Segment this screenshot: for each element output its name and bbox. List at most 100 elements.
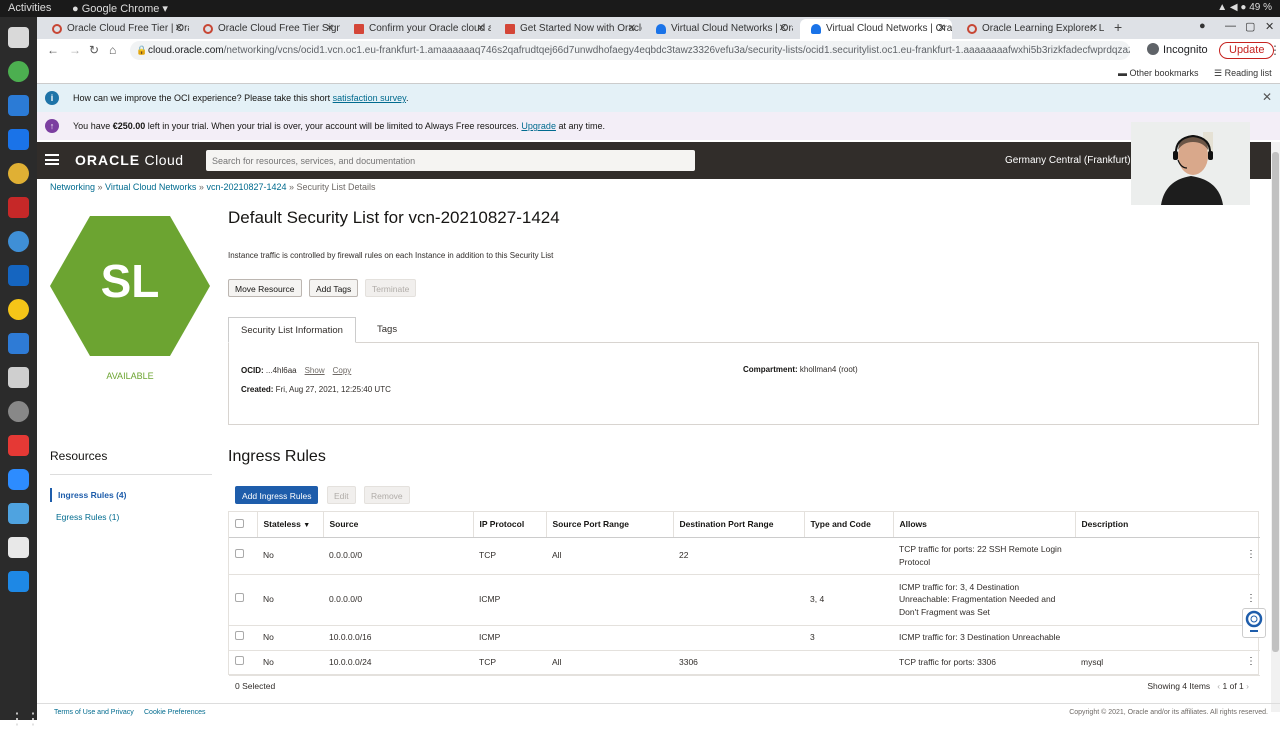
browser-tab[interactable]: Confirm your Oracle cloud a ✕ xyxy=(343,19,491,39)
maximize-icon[interactable]: ▢ xyxy=(1245,20,1255,33)
column-source[interactable]: Source xyxy=(323,512,474,538)
add-tags-button[interactable]: Add Tags xyxy=(309,279,359,297)
browser-tab[interactable]: Oracle Learning Explorer: Le ✕ xyxy=(956,19,1104,39)
close-tab-icon[interactable]: ✕ xyxy=(938,23,946,34)
tab-tags[interactable]: Tags xyxy=(365,317,409,343)
survey-link[interactable]: satisfaction survey xyxy=(333,93,406,103)
region-selector[interactable]: Germany Central (Frankfurt) ⌄ xyxy=(1005,155,1142,166)
ocid-copy-link[interactable]: Copy xyxy=(333,366,352,375)
column-stateless[interactable]: Stateless ▼ xyxy=(257,512,324,538)
edit-button[interactable]: Edit xyxy=(327,486,356,504)
add-ingress-rules-button[interactable]: Add Ingress Rules xyxy=(235,486,319,504)
row-checkbox[interactable] xyxy=(235,549,244,559)
ocid-show-link[interactable]: Show xyxy=(305,366,325,375)
forward-icon[interactable]: → xyxy=(69,43,81,57)
close-window-icon[interactable]: ✕ xyxy=(1265,20,1274,33)
src-port-cell: All xyxy=(546,650,673,676)
protocol-cell: TCP xyxy=(473,537,546,575)
browser-tab[interactable]: Oracle Cloud Free Tier Signup ✕ xyxy=(192,19,340,39)
browser-tab[interactable]: Oracle Cloud Free Tier | Orac ✕ xyxy=(41,19,189,39)
slack-icon[interactable] xyxy=(8,163,29,184)
close-tab-icon[interactable]: ✕ xyxy=(477,23,485,34)
music-icon[interactable] xyxy=(8,299,29,320)
editor-icon[interactable] xyxy=(8,129,29,150)
back-icon[interactable]: ← xyxy=(47,43,59,57)
oracle-cloud-logo[interactable]: ORACLE Cloud xyxy=(75,152,184,168)
help-lifebuoy-icon[interactable] xyxy=(1242,608,1266,638)
browser-menu-icon[interactable]: ⋮ xyxy=(1269,43,1280,57)
text-editor-icon[interactable] xyxy=(8,265,29,286)
row-checkbox[interactable] xyxy=(235,656,244,666)
resource-egress-rules[interactable]: Egress Rules (1) xyxy=(50,512,119,522)
presentation-icon[interactable] xyxy=(8,197,29,218)
page-scrollbar[interactable] xyxy=(1271,142,1280,712)
column-destination-port-range[interactable]: Destination Port Range xyxy=(673,512,805,538)
column-source-port-range[interactable]: Source Port Range xyxy=(546,512,674,538)
browser-tab[interactable]: Virtual Cloud Networks | Ora ✕ xyxy=(645,19,793,39)
breadcrumb-networking[interactable]: Networking xyxy=(50,182,95,192)
row-actions-icon[interactable]: ⋮ xyxy=(1240,650,1260,676)
close-tab-icon[interactable]: ✕ xyxy=(628,23,636,34)
global-search-input[interactable] xyxy=(206,150,695,171)
files-icon[interactable] xyxy=(8,27,29,48)
reload-icon[interactable]: ↻ xyxy=(89,43,99,57)
zoom-icon[interactable] xyxy=(8,469,29,490)
app-menu[interactable]: ● Google Chrome ▾ xyxy=(72,2,168,15)
update-button[interactable]: Update xyxy=(1219,42,1275,59)
close-tab-icon[interactable]: ✕ xyxy=(326,23,334,34)
prev-page-icon[interactable]: ‹ xyxy=(1217,681,1220,691)
globe-icon[interactable] xyxy=(8,231,29,252)
cookie-preferences-link[interactable]: Cookie Preferences xyxy=(144,709,205,716)
notes-icon[interactable] xyxy=(8,537,29,558)
select-all-checkbox[interactable] xyxy=(235,518,244,528)
minimize-icon[interactable]: — xyxy=(1225,20,1236,32)
close-tab-icon[interactable]: ✕ xyxy=(175,23,183,34)
todo-icon[interactable] xyxy=(8,435,29,456)
close-tab-icon[interactable]: ✕ xyxy=(779,23,787,34)
trial-amount: €250.00 xyxy=(112,121,146,131)
incognito-indicator[interactable]: Incognito xyxy=(1147,43,1208,56)
settings-icon[interactable] xyxy=(8,401,29,422)
resource-ingress-rules[interactable]: Ingress Rules (4) xyxy=(50,488,127,502)
new-tab-icon[interactable]: + xyxy=(1114,19,1122,35)
row-checkbox[interactable] xyxy=(235,593,244,603)
column-allows[interactable]: Allows xyxy=(893,512,1076,538)
next-page-icon[interactable]: › xyxy=(1246,681,1249,691)
remove-button[interactable]: Remove xyxy=(364,486,410,504)
address-bar[interactable]: 🔒 cloud.oracle.com/networking/vcns/ocid1.… xyxy=(130,41,1130,60)
document-icon[interactable] xyxy=(8,571,29,592)
browser-tab[interactable]: Get Started Now with Oracle ✕ xyxy=(494,19,642,39)
row-checkbox[interactable] xyxy=(235,631,244,641)
tab-security-list-information[interactable]: Security List Information xyxy=(228,317,356,343)
system-tray[interactable]: ▲ ◀ ● 49 % xyxy=(1217,2,1272,13)
breadcrumb-vcn[interactable]: vcn-20210827-1424 xyxy=(206,182,286,192)
upgrade-link[interactable]: Upgrade xyxy=(521,121,556,131)
chrome-icon[interactable] xyxy=(8,61,29,82)
row-actions-icon[interactable]: ⋮ xyxy=(1240,537,1260,575)
other-bookmarks[interactable]: ▬ Other bookmarks xyxy=(1118,68,1199,78)
kodi-icon[interactable] xyxy=(8,333,29,354)
hamburger-menu-icon[interactable] xyxy=(45,154,59,165)
protocol-cell: ICMP xyxy=(473,625,546,651)
tab-search-icon[interactable]: ● xyxy=(1199,20,1206,32)
calculator-icon[interactable] xyxy=(8,503,29,524)
software-icon[interactable] xyxy=(8,367,29,388)
move-resource-button[interactable]: Move Resource xyxy=(228,279,302,297)
show-apps-icon[interactable]: ⋮⋮ xyxy=(9,709,41,728)
breadcrumb-vcns[interactable]: Virtual Cloud Networks xyxy=(105,182,196,192)
column-description[interactable]: Description xyxy=(1075,512,1240,538)
type-code-cell: 3, 4 xyxy=(804,574,893,626)
scrollbar-thumb[interactable] xyxy=(1272,152,1279,652)
home-icon[interactable]: ⌂ xyxy=(109,43,116,57)
chat-icon[interactable] xyxy=(8,95,29,116)
terms-link[interactable]: Terms of Use and Privacy xyxy=(54,709,134,716)
close-tab-icon[interactable]: ✕ xyxy=(1090,23,1098,34)
column-ip-protocol[interactable]: IP Protocol xyxy=(473,512,547,538)
browser-tab-active[interactable]: Virtual Cloud Networks | Ora ✕ xyxy=(800,19,952,39)
resource-initials: SL xyxy=(100,255,160,307)
reading-list[interactable]: ☰ Reading list xyxy=(1214,68,1272,79)
terminate-button[interactable]: Terminate xyxy=(365,279,417,297)
column-type-and-code[interactable]: Type and Code xyxy=(804,512,894,538)
activities-button[interactable]: Activities xyxy=(8,2,51,14)
close-banner-icon[interactable]: ✕ xyxy=(1262,90,1272,104)
